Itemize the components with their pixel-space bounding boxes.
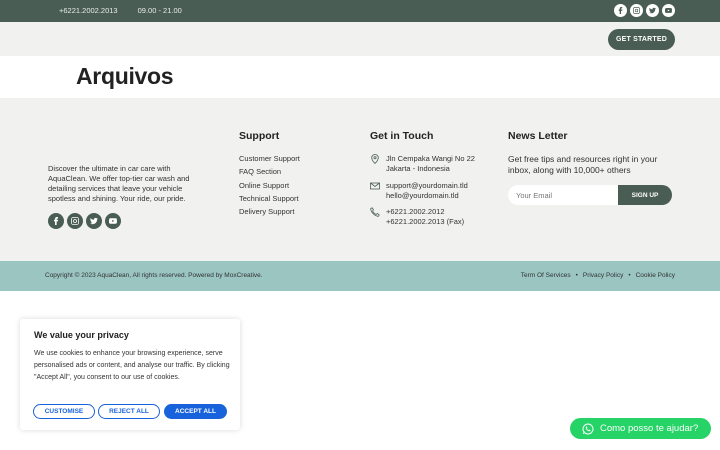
support-link-technical[interactable]: Technical Support — [239, 194, 300, 207]
page-title-section: Arquivos — [0, 56, 720, 98]
copyright-bar: Copyright © 2023 AquaClean, All rights r… — [0, 261, 720, 291]
whatsapp-label: Como posso te ajudar? — [600, 423, 699, 434]
twitter-icon[interactable] — [646, 4, 659, 17]
twitter-icon[interactable] — [86, 213, 102, 229]
youtube-icon[interactable] — [105, 213, 121, 229]
phone-icon — [370, 207, 380, 217]
cookie-accept-button[interactable]: ACCEPT ALL — [164, 404, 227, 419]
map-pin-icon — [371, 154, 379, 164]
contact-address-line1: Jln Cempaka Wangi No 22 — [386, 154, 475, 163]
newsletter-description: Get free tips and resources right in you… — [508, 154, 658, 175]
instagram-icon[interactable] — [630, 4, 643, 17]
privacy-policy-link[interactable]: Privacy Policy — [583, 272, 623, 279]
instagram-icon[interactable] — [67, 213, 83, 229]
mail-icon — [370, 182, 380, 190]
cookie-reject-button[interactable]: REJECT ALL — [98, 404, 160, 419]
footer: Discover the ultimate in car care with A… — [0, 98, 720, 261]
support-list: Customer Support FAQ Section Online Supp… — [239, 154, 300, 220]
whatsapp-icon — [582, 423, 594, 434]
link-separator: • — [628, 272, 631, 279]
contact-email-line2[interactable]: hello@yourdomain.tld — [386, 191, 468, 201]
support-link-online[interactable]: Online Support — [239, 181, 300, 194]
support-link-faq[interactable]: FAQ Section — [239, 167, 300, 180]
legal-links: Term Of Services • Privacy Policy • Cook… — [521, 272, 675, 279]
cookie-policy-link[interactable]: Cookie Policy — [636, 272, 675, 279]
page-title: Arquivos — [76, 63, 174, 89]
top-bar: +6221.2002.2013 09.00 - 21.00 — [0, 0, 720, 22]
top-social-links — [614, 4, 675, 17]
youtube-icon[interactable] — [662, 4, 675, 17]
contact-address-line2: Jakarta - Indonesia — [386, 163, 450, 173]
top-contact: +6221.2002.2013 09.00 - 21.00 — [59, 6, 182, 15]
top-phone[interactable]: +6221.2002.2013 — [59, 6, 118, 15]
cookie-title: We value your privacy — [34, 330, 129, 340]
support-link-delivery[interactable]: Delivery Support — [239, 207, 300, 220]
facebook-icon[interactable] — [614, 4, 627, 17]
newsletter-signup-button[interactable]: SIGN UP — [618, 185, 672, 205]
get-started-button[interactable]: GET STARTED — [608, 29, 675, 50]
support-link-customer[interactable]: Customer Support — [239, 154, 300, 167]
cookie-consent-banner: We value your privacy We use cookies to … — [20, 319, 240, 430]
contact-phone-line2[interactable]: +6221.2002.2013 (Fax) — [386, 217, 464, 227]
link-separator: • — [575, 272, 578, 279]
footer-social-links — [48, 213, 121, 229]
cookie-body: We use cookies to enhance your browsing … — [34, 350, 230, 381]
copyright-text: Copyright © 2023 AquaClean, All rights r… — [45, 272, 263, 279]
contact-title: Get in Touch — [370, 130, 434, 142]
facebook-icon[interactable] — [48, 213, 64, 229]
navbar: GET STARTED — [0, 22, 720, 56]
top-hours: 09.00 - 21.00 — [137, 6, 182, 15]
footer-about-text: Discover the ultimate in car care with A… — [48, 164, 190, 203]
contact-phone-line1[interactable]: +6221.2002.2012 — [386, 207, 464, 217]
terms-link[interactable]: Term Of Services — [521, 272, 571, 279]
newsletter-email-input[interactable] — [508, 185, 618, 205]
whatsapp-chat-button[interactable]: Como posso te ajudar? — [570, 418, 711, 439]
support-title: Support — [239, 130, 280, 142]
contact-email-line1[interactable]: support@yourdomain.tld — [386, 181, 468, 191]
newsletter-title: News Letter — [508, 130, 568, 142]
cookie-customise-button[interactable]: CUSTOMISE — [33, 404, 95, 419]
